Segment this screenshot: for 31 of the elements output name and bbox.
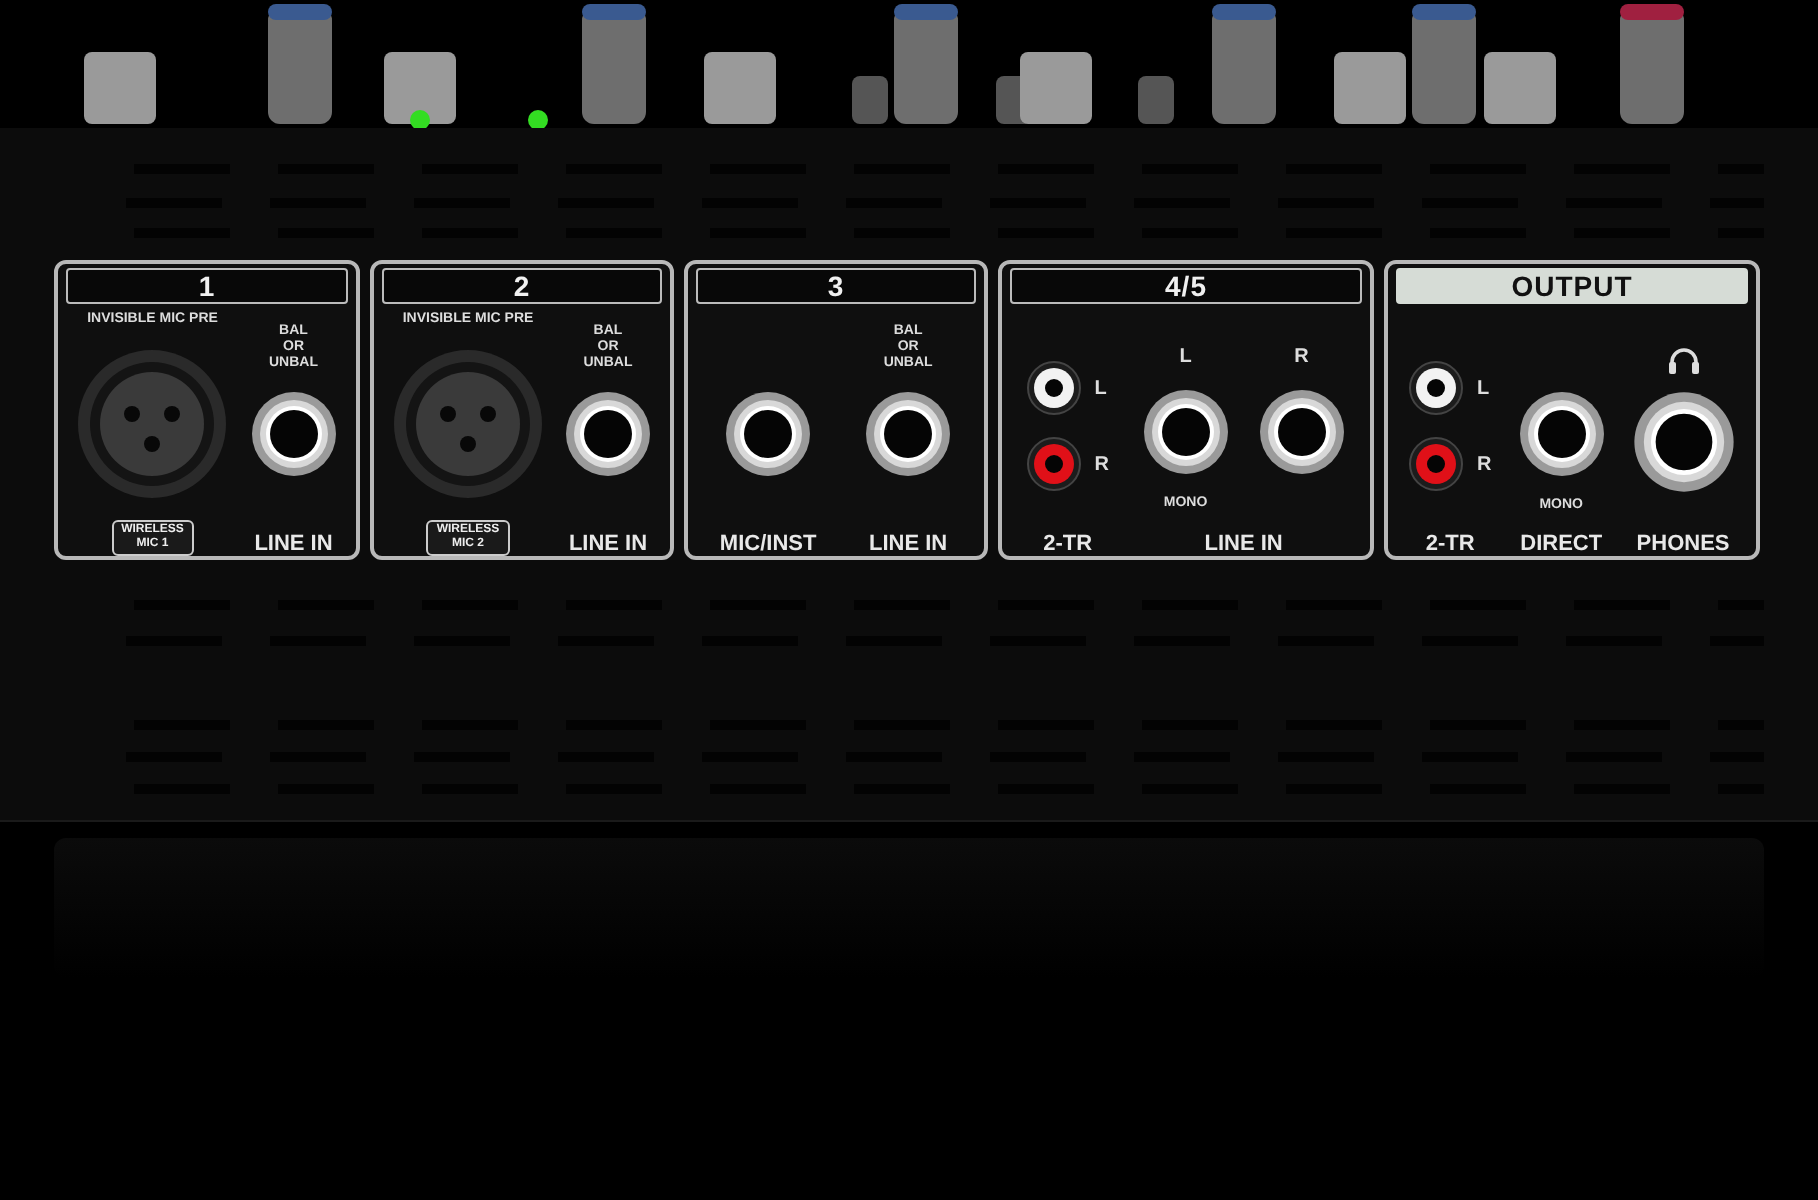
jack-socket-icon xyxy=(564,390,652,479)
channel-text: R xyxy=(1476,453,1492,475)
port-label: LINE IN xyxy=(1204,532,1283,556)
port-label: 2-TR xyxy=(1043,532,1093,556)
jack-socket-icon xyxy=(1517,390,1606,479)
port-label: 2-TR xyxy=(1425,532,1475,556)
panel-title: 3 xyxy=(696,268,976,304)
xlr-socket-icon xyxy=(76,348,229,500)
channel-text: L xyxy=(1476,377,1490,399)
port-label: DIRECT xyxy=(1520,531,1603,556)
panel-title: 4/5 xyxy=(1010,268,1362,304)
port-label: PHONES xyxy=(1636,531,1730,556)
channel-text: L xyxy=(1179,345,1192,367)
jack-socket-icon xyxy=(1257,387,1346,475)
port-label: LINE IN xyxy=(254,531,333,556)
panel-title: 2 xyxy=(382,268,662,304)
jack-socket-icon xyxy=(724,390,813,479)
port-label: MIC/INST xyxy=(719,531,817,556)
panel-title: OUTPUT xyxy=(1396,268,1748,304)
port-label: LINE IN xyxy=(869,531,948,556)
jack-socket-icon xyxy=(1631,390,1736,495)
jack-socket-icon xyxy=(864,390,953,479)
headphones-icon xyxy=(1665,344,1702,376)
port-label: LINE IN xyxy=(568,531,648,556)
jack-socket-icon xyxy=(249,390,338,479)
panel-title: 1 xyxy=(66,268,348,304)
channel-text: R xyxy=(1094,453,1109,475)
channel-text: L xyxy=(1094,377,1107,399)
xlr-socket-icon xyxy=(392,348,544,500)
channel-text: R xyxy=(1294,345,1309,367)
jack-socket-icon xyxy=(1141,387,1230,475)
